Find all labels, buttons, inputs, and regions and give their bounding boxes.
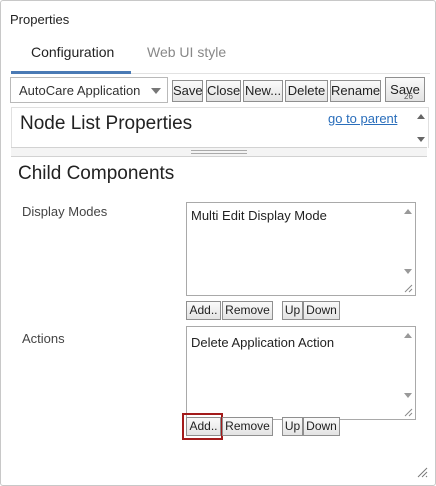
list-item[interactable]: Delete Application Action [191, 335, 334, 350]
scroll-down-icon[interactable] [417, 137, 425, 142]
display-modes-down-button[interactable]: Down [303, 301, 340, 320]
child-components-title: Child Components [18, 163, 175, 184]
display-modes-remove-button[interactable]: Remove [222, 301, 273, 320]
save-button[interactable]: Save [172, 80, 203, 102]
splitter-grip-icon [191, 150, 247, 154]
listbox-scrollbar[interactable] [401, 203, 415, 281]
new-button[interactable]: New... [243, 80, 283, 102]
component-select-value: AutoCare Application [19, 83, 141, 98]
component-select[interactable]: AutoCare Application [10, 77, 168, 103]
properties-header: Node List Properties go to parent [11, 107, 429, 148]
chevron-down-icon [151, 88, 161, 94]
listbox-scrollbar[interactable] [401, 327, 415, 405]
add-button-highlight [182, 413, 223, 440]
display-modes-add-button[interactable]: Add.. [186, 301, 221, 320]
actions-down-button[interactable]: Down [303, 417, 340, 436]
actions-label: Actions [22, 331, 65, 346]
save-button-secondary[interactable]: Save 26 [385, 77, 425, 102]
actions-remove-button[interactable]: Remove [222, 417, 273, 436]
scroll-up-icon[interactable] [404, 209, 412, 214]
panel-resize-grip-icon[interactable] [415, 465, 429, 479]
scroll-down-icon[interactable] [404, 269, 412, 274]
actions-up-button[interactable]: Up [282, 417, 303, 436]
active-tab-indicator [11, 71, 131, 74]
tab-configuration[interactable]: Configuration [31, 44, 114, 60]
scroll-up-icon[interactable] [417, 114, 425, 119]
pane-splitter[interactable] [11, 147, 427, 157]
display-modes-up-button[interactable]: Up [282, 301, 303, 320]
display-modes-label: Display Modes [22, 204, 108, 219]
properties-heading: Node List Properties [20, 113, 193, 134]
go-to-parent-link[interactable]: go to parent [328, 111, 397, 126]
actions-listbox[interactable]: Delete Application Action [186, 326, 416, 420]
rename-button[interactable]: Rename [330, 80, 381, 102]
save-overflow-text: 26 [404, 92, 413, 101]
display-modes-listbox[interactable]: Multi Edit Display Mode [186, 202, 416, 296]
properties-panel: Properties Configuration Web UI style Au… [0, 0, 436, 486]
scroll-down-icon[interactable] [404, 393, 412, 398]
scroll-up-icon[interactable] [404, 333, 412, 338]
tab-web-ui-style[interactable]: Web UI style [147, 44, 226, 60]
panel-title: Properties [10, 12, 70, 27]
delete-button[interactable]: Delete [285, 80, 328, 102]
close-button[interactable]: Close [206, 80, 241, 102]
resize-grip-icon[interactable] [403, 407, 413, 417]
list-item[interactable]: Multi Edit Display Mode [191, 208, 327, 223]
resize-grip-icon[interactable] [403, 283, 413, 293]
toolbar: AutoCare Application Save Close New... D… [10, 77, 430, 105]
properties-scrollbar[interactable] [414, 108, 428, 148]
